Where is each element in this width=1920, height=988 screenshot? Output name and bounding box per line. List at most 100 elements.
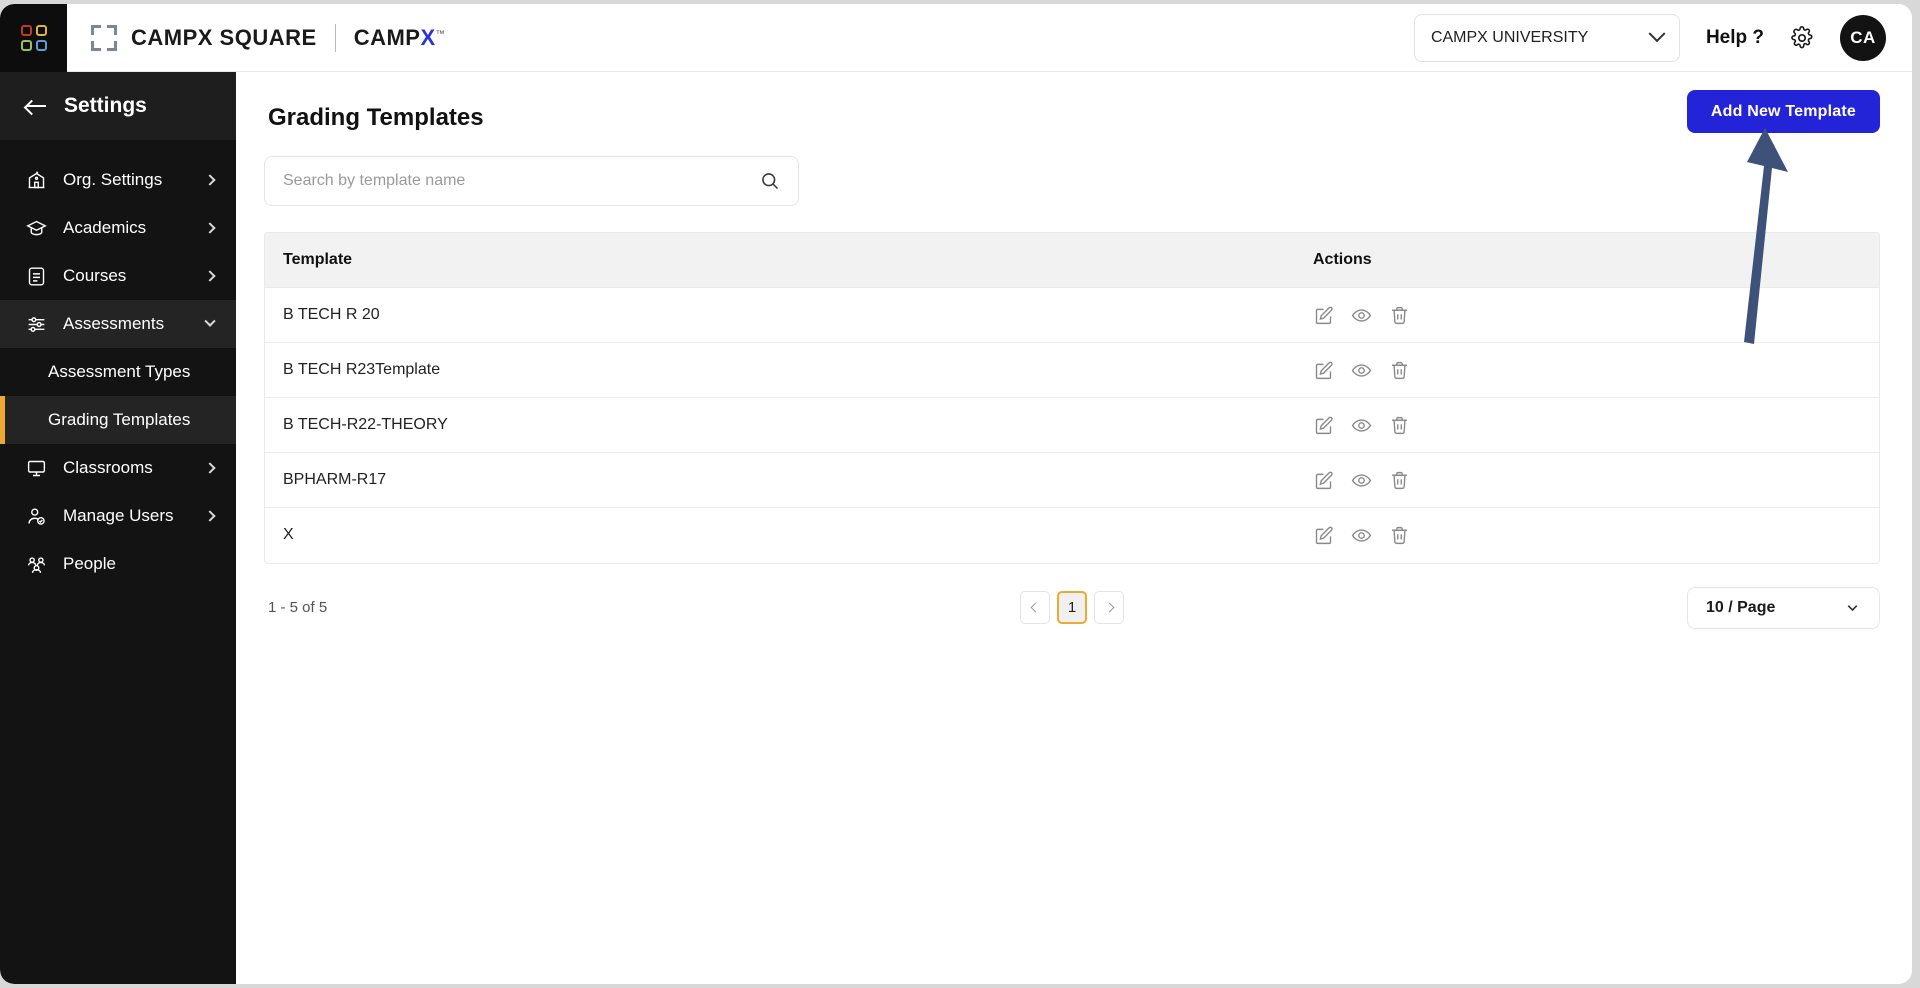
row-actions — [1313, 360, 1879, 381]
user-avatar[interactable]: CA — [1840, 14, 1886, 61]
table-row[interactable]: BPHARM-R17 — [265, 452, 1879, 508]
cell-actions — [1295, 452, 1879, 508]
chevron-right-icon — [204, 174, 216, 186]
sidebar-item-org-settings[interactable]: Org. Settings — [0, 156, 236, 204]
gear-icon[interactable] — [1790, 25, 1814, 50]
sidebar-item-label: Classrooms — [63, 458, 153, 477]
trash-icon[interactable] — [1389, 470, 1410, 491]
app-logo-tile[interactable] — [0, 4, 67, 72]
cell-actions — [1295, 287, 1879, 343]
app-frame: CAMPX SQUARE CAMPX™ CAMPX UNIVERSITY Hel… — [0, 4, 1912, 984]
table-footer: 1 - 5 of 5 1 10 / Page — [264, 586, 1880, 630]
people-group-icon — [27, 556, 46, 573]
edit-icon[interactable] — [1313, 305, 1334, 326]
user-check-icon — [28, 507, 45, 525]
sidebar-item-label: People — [63, 554, 116, 573]
sidebar-item-label: Manage Users — [63, 506, 174, 525]
sidebar-item-academics[interactable]: Academics — [0, 204, 236, 252]
add-new-template-button[interactable]: Add New Template — [1686, 90, 1880, 133]
chevron-right-icon — [204, 270, 216, 282]
sliders-icon — [28, 316, 45, 332]
row-actions — [1313, 305, 1879, 326]
sidebar-item-grading-templates[interactable]: Grading Templates — [0, 396, 236, 444]
four-squares-logo-icon — [20, 24, 47, 51]
edit-icon[interactable] — [1313, 360, 1334, 381]
brand-campx-square-label: CAMPX SQUARE — [131, 24, 317, 50]
table-row[interactable]: X — [265, 508, 1879, 563]
sidebar-item-courses[interactable]: Courses — [0, 252, 236, 300]
pagination-prev-button[interactable] — [1020, 591, 1050, 624]
eye-icon[interactable] — [1351, 525, 1372, 546]
sidebar-item-assessments[interactable]: Assessments — [0, 300, 236, 348]
arrow-left-icon[interactable] — [26, 99, 46, 113]
page-title: Grading Templates — [268, 104, 484, 131]
cell-actions — [1295, 342, 1879, 398]
eye-icon[interactable] — [1351, 360, 1372, 381]
chevron-down-icon — [204, 315, 216, 327]
brand-campx-logo: CAMPX™ — [354, 25, 445, 51]
sidebar-item-label: Assessments — [63, 314, 165, 333]
page-size-selector[interactable]: 10 / Page — [1687, 586, 1880, 629]
chevron-right-icon — [1104, 602, 1114, 613]
document-icon — [28, 266, 45, 286]
table-row[interactable]: B TECH R 20 — [265, 287, 1879, 343]
table-header-row: Template Actions — [265, 233, 1879, 288]
chevron-right-icon — [204, 462, 216, 474]
chevron-right-icon — [204, 222, 216, 234]
sidebar-item-label: Academics — [63, 218, 147, 237]
main-content: Grading Templates Add New Template Templ… — [236, 72, 1912, 984]
sidebar-subitem-label: Grading Templates — [48, 410, 191, 429]
eye-icon[interactable] — [1351, 305, 1372, 326]
cell-template-name: B TECH R23Template — [265, 342, 1295, 398]
app-header: CAMPX SQUARE CAMPX™ CAMPX UNIVERSITY Hel… — [0, 4, 1912, 72]
table-row[interactable]: B TECH-R22-THEORY — [265, 397, 1879, 453]
header-right-cluster: CAMPX UNIVERSITY Help ? CA — [1413, 13, 1912, 62]
edit-icon[interactable] — [1313, 525, 1334, 546]
search-box[interactable] — [264, 156, 799, 206]
row-actions — [1313, 415, 1879, 436]
avatar-initials: CA — [1850, 27, 1876, 47]
chevron-right-icon — [204, 510, 216, 522]
search-input[interactable] — [283, 172, 760, 190]
pagination-page-1[interactable]: 1 — [1057, 591, 1087, 624]
table-row[interactable]: B TECH R23Template — [265, 342, 1879, 398]
trash-icon[interactable] — [1389, 415, 1410, 436]
row-actions — [1313, 470, 1879, 491]
sidebar-item-assessment-types[interactable]: Assessment Types — [0, 348, 236, 396]
sidebar-item-manage-users[interactable]: Manage Users — [0, 492, 236, 540]
search-icon[interactable] — [760, 171, 780, 191]
corner-brackets-icon — [91, 24, 117, 51]
chevron-down-icon — [1847, 605, 1858, 612]
cell-template-name: B TECH-R22-THEORY — [265, 397, 1295, 453]
sidebar-item-classrooms[interactable]: Classrooms — [0, 444, 236, 492]
app-body: Settings Org. Settings Academics Courses… — [0, 72, 1912, 984]
column-header-template: Template — [265, 233, 1295, 288]
pagination-next-button[interactable] — [1094, 591, 1124, 624]
edit-icon[interactable] — [1313, 415, 1334, 436]
row-actions — [1313, 525, 1879, 546]
org-selector[interactable]: CAMPX UNIVERSITY — [1413, 13, 1680, 62]
cell-actions — [1295, 397, 1879, 453]
org-selector-value: CAMPX UNIVERSITY — [1430, 28, 1589, 46]
graduation-cap-icon — [26, 220, 47, 235]
sidebar-nav: Org. Settings Academics Courses Assessme… — [0, 140, 236, 588]
sidebar-subitem-label: Assessment Types — [48, 362, 191, 381]
cell-actions — [1295, 508, 1879, 563]
eye-icon[interactable] — [1351, 470, 1372, 491]
table-head: Template Actions — [265, 233, 1879, 288]
trash-icon[interactable] — [1389, 360, 1410, 381]
trash-icon[interactable] — [1389, 525, 1410, 546]
sidebar-header[interactable]: Settings — [0, 72, 236, 140]
sidebar-item-people[interactable]: People — [0, 540, 236, 588]
pagination: 1 — [1020, 591, 1124, 624]
brand-campx-x: X — [420, 24, 436, 50]
school-building-icon — [28, 170, 45, 188]
brand-campx-prefix: CAMP — [353, 24, 421, 50]
screenshot-viewport: CAMPX SQUARE CAMPX™ CAMPX UNIVERSITY Hel… — [0, 0, 1920, 988]
edit-icon[interactable] — [1313, 470, 1334, 491]
eye-icon[interactable] — [1351, 415, 1372, 436]
trash-icon[interactable] — [1389, 305, 1410, 326]
table-body: B TECH R 20 B TECH R23Template B TECH-R2… — [265, 287, 1879, 563]
monitor-icon — [27, 460, 46, 476]
help-link[interactable]: Help ? — [1706, 27, 1764, 49]
